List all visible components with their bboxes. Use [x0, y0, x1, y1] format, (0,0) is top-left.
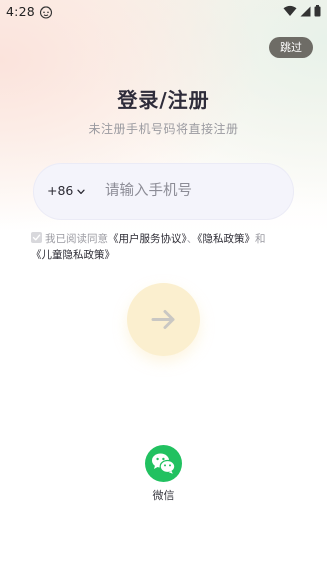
country-code-selector[interactable]: +86 — [47, 183, 86, 198]
phone-number-input[interactable] — [105, 178, 275, 204]
wechat-label: 微信 — [152, 489, 175, 502]
wechat-icon — [152, 453, 176, 474]
agreement-and: 和 — [255, 233, 266, 245]
arrow-right-icon — [151, 310, 175, 329]
agreement-checkbox[interactable] — [31, 232, 42, 243]
battery-icon — [314, 2, 321, 21]
cellular-signal-icon — [300, 2, 311, 21]
privacy-policy-link[interactable]: 《隐私政策》 — [197, 233, 255, 245]
wechat-login-button[interactable] — [145, 445, 182, 482]
chevron-down-icon — [77, 183, 86, 198]
children-privacy-link[interactable]: 《儿童隐私政策》 — [31, 249, 115, 261]
agreement-text: 我已阅读同意《用户服务协议》、《隐私政策》和《儿童隐私政策》 — [31, 231, 299, 263]
page-subtitle: 未注册手机号码将直接注册 — [88, 122, 239, 136]
user-agreement-link[interactable]: 《用户服务协议》 — [108, 233, 187, 245]
phone-input-container: +86 — [33, 163, 294, 220]
page-title: 登录/注册 — [117, 88, 210, 112]
agreement-separator: 、 — [186, 233, 198, 245]
status-time: 4:28 — [6, 4, 35, 19]
agreement-prefix: 我已阅读同意 — [45, 233, 108, 245]
status-bar: 4:28 — [0, 0, 327, 24]
wifi-icon — [283, 2, 297, 21]
face-emoji-icon — [39, 4, 53, 19]
next-button[interactable] — [127, 283, 200, 356]
status-icons — [283, 5, 321, 18]
checkmark-icon — [32, 234, 41, 241]
country-code-label: +86 — [47, 183, 74, 198]
skip-button[interactable]: 跳过 — [269, 37, 313, 58]
